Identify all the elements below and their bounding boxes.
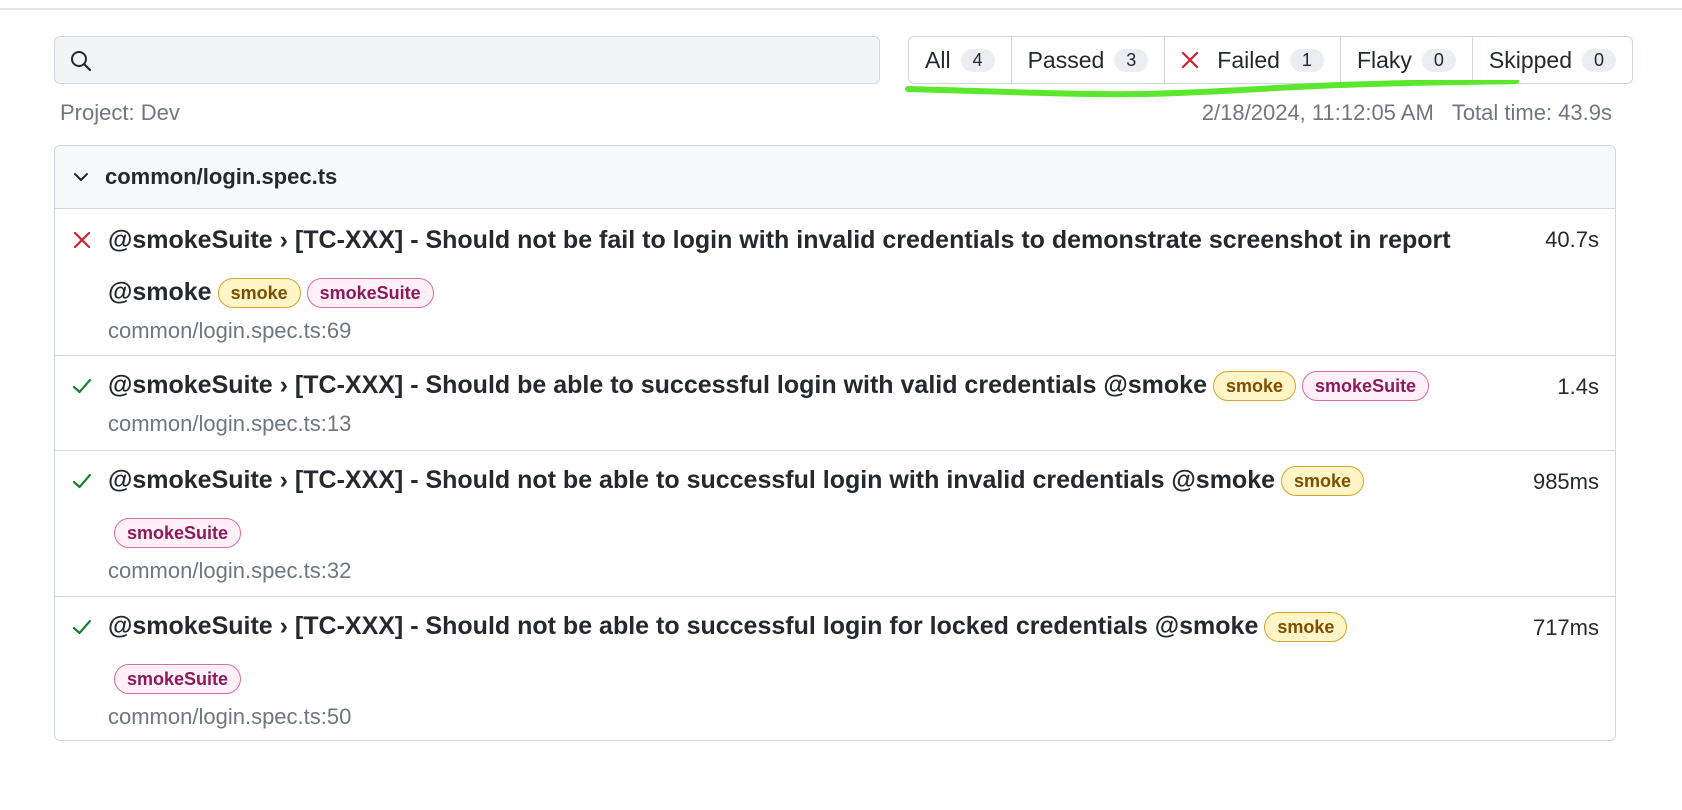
test-title[interactable]: @smokeSuite › [TC-XXX] - Should be able …: [108, 359, 1485, 411]
test-body: @smokeSuite › [TC-XXX] - Should not be f…: [108, 214, 1465, 344]
top-divider: [0, 8, 1682, 10]
test-duration: 40.7s: [1545, 227, 1599, 252]
search-box[interactable]: [54, 36, 880, 85]
tab-failed-count: 1: [1289, 48, 1324, 72]
tag-smokesuite[interactable]: smokeSuite: [114, 664, 242, 695]
test-duration: 1.4s: [1557, 374, 1599, 399]
test-body: @smokeSuite › [TC-XXX] - Should be able …: [108, 359, 1485, 437]
file-name: common/login.spec.ts: [105, 164, 338, 189]
test-title-text: @smokeSuite › [TC-XXX] - Should not be a…: [108, 612, 1259, 640]
test-duration: 717ms: [1532, 615, 1599, 640]
test-body: @smokeSuite › [TC-XXX] - Should not be a…: [108, 600, 1465, 730]
test-title[interactable]: @smokeSuite › [TC-XXX] - Should not be a…: [108, 600, 1465, 704]
status-filter-bar: All 4 Passed 3 Failed 1 Flaky 0 Skipped …: [908, 36, 1634, 84]
test-title-text: @smokeSuite › [TC-XXX] - Should not be a…: [108, 466, 1276, 494]
passed-check-icon: [72, 473, 92, 489]
test-body: @smokeSuite › [TC-XXX] - Should not be a…: [108, 454, 1465, 584]
run-meta: 2/18/2024, 11:12:05 AM Total time: 43.9s: [1202, 100, 1612, 126]
tag-smokesuite[interactable]: smokeSuite: [306, 278, 434, 309]
tab-skipped-count: 0: [1582, 48, 1617, 72]
search-icon: [71, 51, 92, 72]
project-label: Project: Dev: [60, 100, 180, 125]
tag-smoke[interactable]: smoke: [1212, 371, 1297, 402]
tab-flaky[interactable]: Flaky 0: [1341, 37, 1473, 83]
test-row[interactable]: @smokeSuite › [TC-XXX] - Should not be a…: [55, 451, 1615, 597]
tab-passed[interactable]: Passed 3: [1012, 37, 1166, 83]
chevron-down-icon: [74, 173, 88, 181]
total-time: Total time: 43.9s: [1451, 100, 1612, 125]
file-header[interactable]: common/login.spec.ts: [55, 146, 1615, 209]
test-location[interactable]: common/login.spec.ts:50: [108, 704, 1465, 730]
passed-check-icon: [72, 619, 92, 635]
tab-all-count: 4: [960, 48, 995, 72]
tag-smokesuite[interactable]: smokeSuite: [1302, 371, 1430, 402]
test-duration: 985ms: [1532, 469, 1599, 494]
failed-x-icon: [73, 231, 91, 249]
tab-all[interactable]: All 4: [909, 37, 1012, 83]
test-title[interactable]: @smokeSuite › [TC-XXX] - Should not be f…: [108, 214, 1465, 318]
passed-check-icon: [72, 378, 92, 394]
test-location[interactable]: common/login.spec.ts:32: [108, 558, 1465, 584]
test-row[interactable]: @smokeSuite › [TC-XXX] - Should not be f…: [55, 209, 1615, 356]
tab-passed-label: Passed: [1027, 46, 1105, 73]
test-title[interactable]: @smokeSuite › [TC-XXX] - Should not be a…: [108, 454, 1465, 558]
tab-flaky-label: Flaky: [1356, 46, 1412, 73]
run-timestamp: 2/18/2024, 11:12:05 AM: [1201, 100, 1434, 125]
tab-all-label: All: [925, 46, 951, 73]
tab-skipped-label: Skipped: [1488, 46, 1573, 73]
tab-failed-label: Failed: [1217, 46, 1280, 73]
test-row[interactable]: @smokeSuite › [TC-XXX] - Should not be a…: [55, 597, 1615, 740]
tag-smoke[interactable]: smoke: [1264, 612, 1348, 643]
tab-skipped[interactable]: Skipped 0: [1473, 37, 1632, 83]
tag-smoke[interactable]: smoke: [217, 278, 301, 309]
tag-smoke[interactable]: smoke: [1281, 466, 1365, 497]
tab-failed[interactable]: Failed 1: [1165, 37, 1341, 83]
tab-passed-count: 3: [1114, 48, 1149, 72]
file-panel: common/login.spec.ts @smokeSuite › [TC-X…: [54, 145, 1616, 741]
test-location[interactable]: common/login.spec.ts:69: [108, 318, 1465, 344]
test-row[interactable]: @smokeSuite › [TC-XXX] - Should be able …: [55, 356, 1615, 451]
tag-smokesuite[interactable]: smokeSuite: [114, 518, 242, 549]
test-location[interactable]: common/login.spec.ts:13: [108, 411, 1485, 437]
search-input[interactable]: [103, 37, 871, 85]
test-title-text: @smokeSuite › [TC-XXX] - Should be able …: [108, 371, 1207, 399]
tab-flaky-count: 0: [1421, 48, 1456, 72]
failed-x-icon: [1182, 51, 1199, 69]
